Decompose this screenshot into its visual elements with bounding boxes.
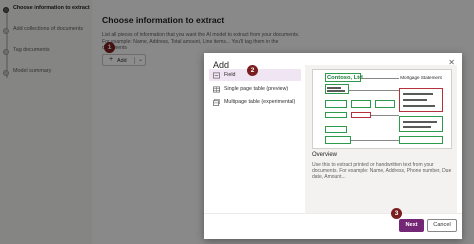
connector-line [349,90,399,91]
multipage-table-icon [213,98,220,106]
text-line [403,105,435,107]
text-line [403,126,431,128]
field-highlight [325,84,349,94]
next-button[interactable]: Next [399,219,424,232]
text-line [327,87,341,89]
text-line [327,90,345,92]
field-highlight [399,116,443,132]
preview-panel: Contoso, Ltd. Mortgage Statement Overvie… [305,65,457,213]
connector-line [351,140,399,141]
field-highlight [351,112,371,118]
field-icon [213,72,220,78]
overview-description: Use this to extract printed or handwritt… [312,162,452,181]
preview-brand: Contoso, Ltd. [327,75,365,81]
add-dialog: Add ✕ Field 2 Single page table (preview… [204,53,462,239]
document-preview: Contoso, Ltd. Mortgage Statement [312,69,452,149]
step-badge-2: 2 [247,65,258,76]
preview-doc-title: Mortgage Statement [400,75,442,80]
field-highlight [325,100,347,108]
connector-line [361,78,399,79]
field-highlight [325,126,347,133]
connector-line [371,115,399,116]
text-line [403,93,433,95]
option-single-page-table[interactable]: Single page table (preview) [209,83,301,95]
option-multipage-table[interactable]: Multipage table (experimental) [209,96,301,108]
step-badge-3: 3 [391,208,402,219]
cancel-button[interactable]: Cancel [427,219,457,232]
text-line [403,121,437,123]
field-highlight [351,100,371,108]
option-label: Multipage table (experimental) [224,99,296,105]
table-icon [213,86,220,92]
field-highlight [325,112,347,118]
option-label: Single page table (preview) [224,86,289,92]
field-highlight [375,100,395,108]
option-label: Field [224,72,236,78]
field-highlight [399,136,443,144]
text-line [403,99,427,101]
field-highlight [325,136,351,144]
footer-divider [204,213,462,214]
overview-heading: Overview [312,152,338,158]
